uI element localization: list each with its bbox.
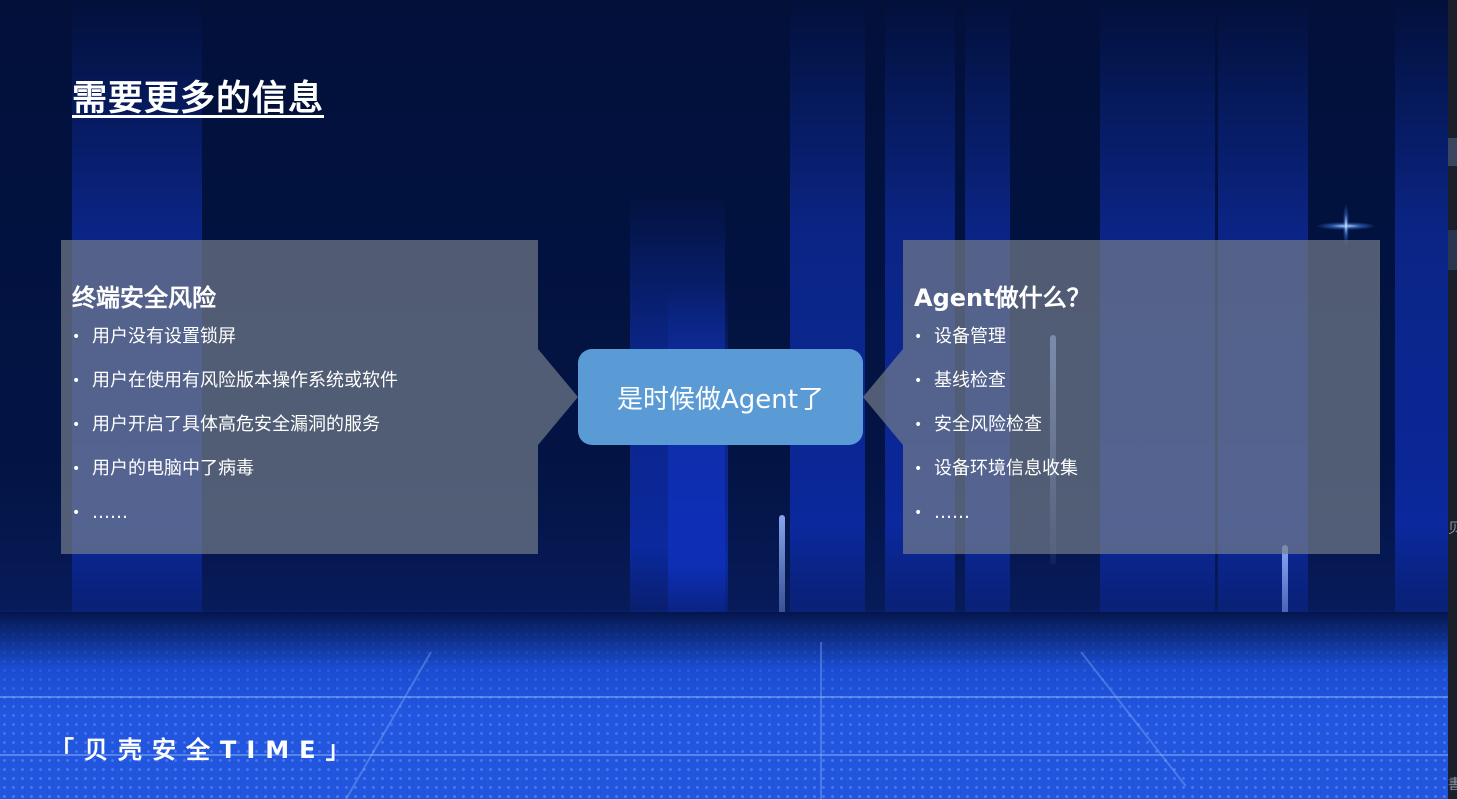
bullet-icon: •: [72, 461, 81, 477]
floor-line: [0, 696, 1448, 698]
bullet-icon: •: [72, 329, 81, 345]
light-beam: [1395, 0, 1448, 660]
floor-grid: [0, 612, 1448, 799]
risk-card-heading: 终端安全风险: [72, 284, 216, 312]
slide-canvas: 需要更多的信息 终端安全风险 • 用户没有设置锁屏 • 用户在使用有风险版本操作系统…: [0, 0, 1448, 799]
light-beam: [668, 285, 728, 635]
bullet-icon: •: [72, 373, 81, 389]
bullet-icon: •: [914, 329, 923, 345]
bullet-icon: •: [914, 505, 923, 521]
list-item: • 用户在使用有风险版本操作系统或软件: [72, 370, 398, 391]
page-title: 需要更多的信息: [72, 79, 325, 119]
bullet-icon: •: [914, 461, 923, 477]
bullet-icon: •: [914, 373, 923, 389]
floor-line: [345, 651, 432, 799]
center-callout[interactable]: 是时候做Agent了: [578, 349, 863, 445]
light-beam: [790, 0, 865, 660]
panel-glyph: 書: [1448, 777, 1457, 793]
arrow-pointer-right: [538, 349, 578, 445]
list-item: • 用户没有设置锁屏: [72, 326, 236, 347]
risk-list: • 用户没有设置锁屏 • 用户在使用有风险版本操作系统或软件 • 用户开启了具体高危安…: [72, 326, 398, 546]
agent-list: • 设备管理 • 基线检查 • 安全风险检查 • 设备环境信息收集 •……: [914, 326, 1078, 546]
arrow-pointer-left: [863, 349, 903, 445]
panel-chip: [1448, 138, 1457, 166]
panel-glyph: 贝: [1448, 521, 1457, 537]
bullet-icon: •: [72, 417, 81, 433]
floor-line: [1080, 651, 1187, 787]
list-item: • 设备管理: [914, 326, 1006, 347]
agent-card-heading: Agent做什么？: [914, 284, 1091, 312]
footer-brand: 「贝壳安全TIME」: [50, 736, 360, 764]
list-item: • 基线检查: [914, 370, 1006, 391]
list-item: • 用户的电脑中了病毒: [72, 458, 254, 479]
list-item: •……: [72, 502, 128, 523]
list-item: • 用户开启了具体高危安全漏洞的服务: [72, 414, 380, 435]
panel-chip: [1448, 230, 1457, 270]
bullet-icon: •: [72, 505, 81, 521]
sparkle-glow: [1343, 205, 1349, 245]
list-item: • 设备环境信息收集: [914, 458, 1078, 479]
bullet-icon: •: [914, 417, 923, 433]
floor-line: [820, 642, 822, 799]
list-item: • 安全风险检查: [914, 414, 1042, 435]
agent-card: Agent做什么？ • 设备管理 • 基线检查 • 安全风险检查 • 设备环境信息收集 …: [903, 240, 1380, 554]
list-item: •……: [914, 502, 970, 523]
risk-card: 终端安全风险 • 用户没有设置锁屏 • 用户在使用有风险版本操作系统或软件 • 用户开…: [61, 240, 538, 554]
side-panel-edge[interactable]: 贝 書: [1448, 0, 1457, 799]
